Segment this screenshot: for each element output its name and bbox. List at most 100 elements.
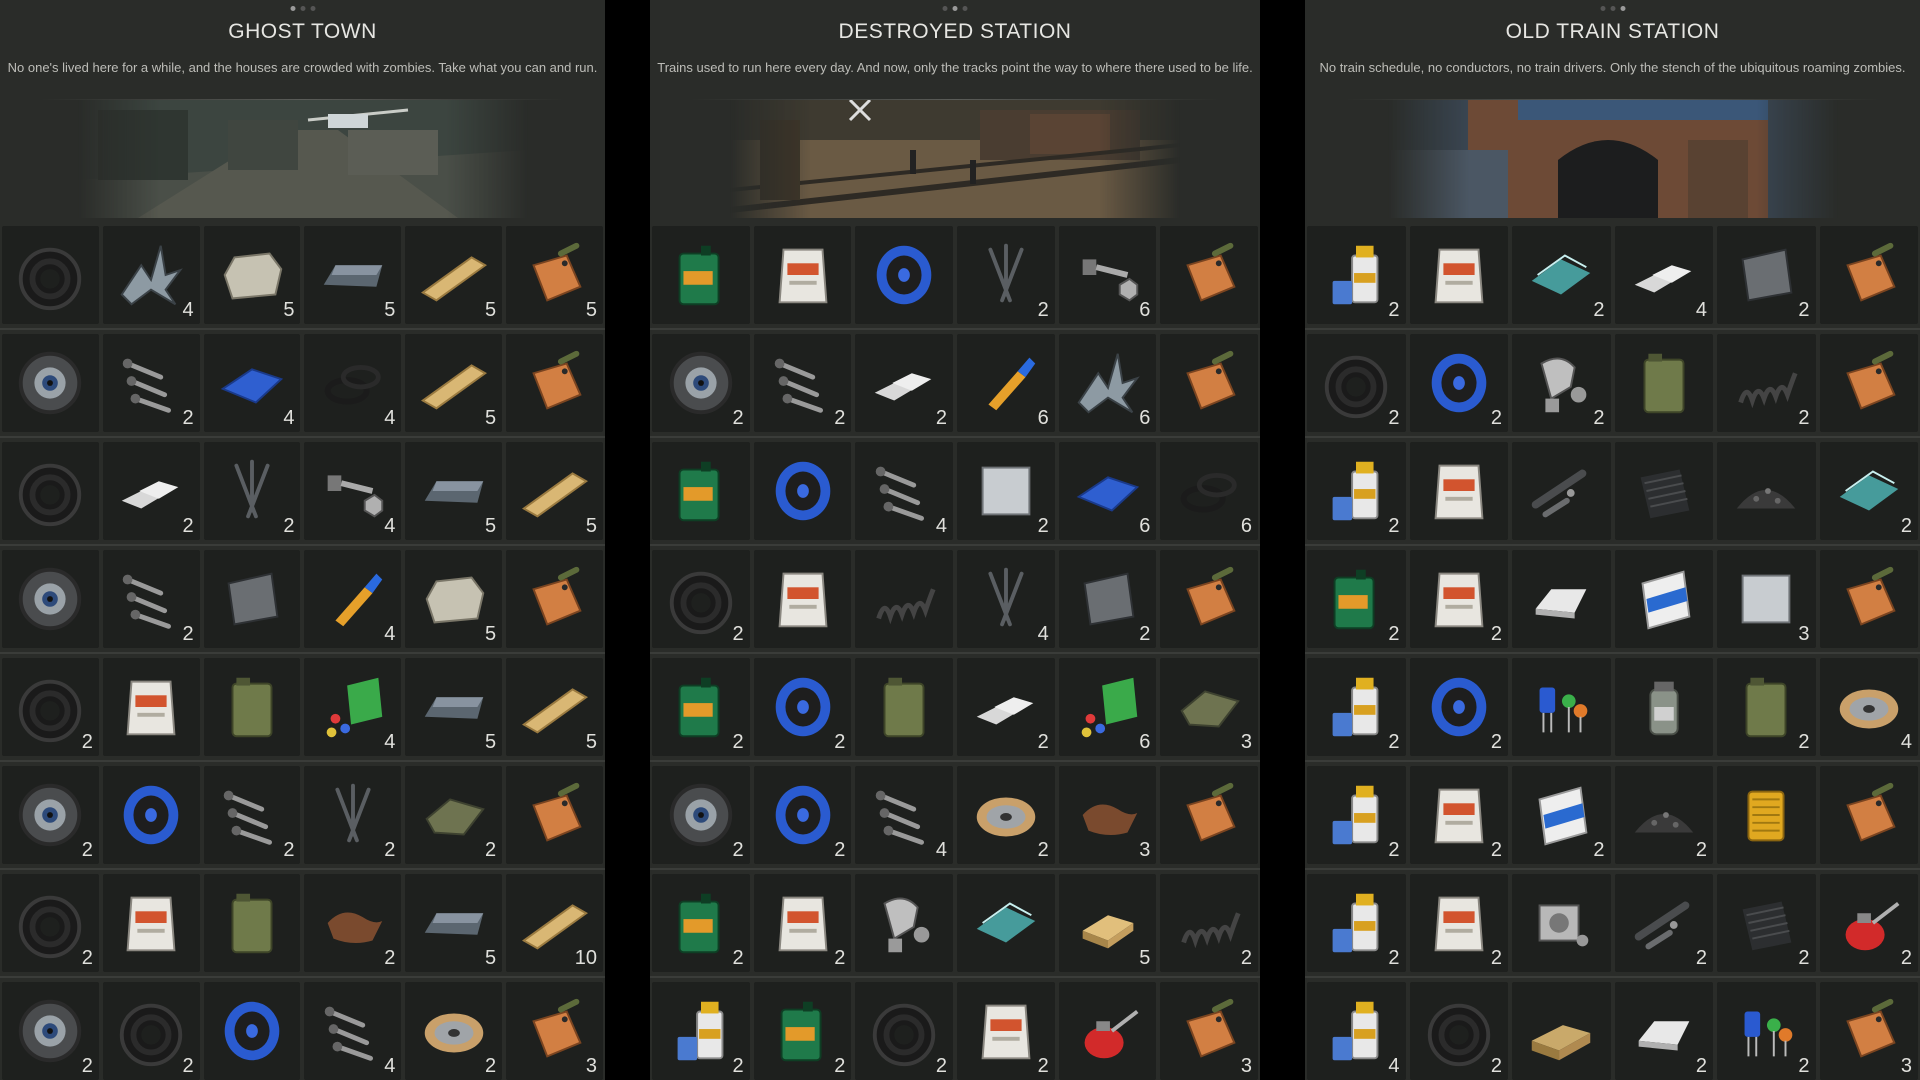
loot-slot[interactable] [1614, 442, 1713, 540]
loot-slot[interactable]: 2 [652, 766, 750, 864]
loot-slot[interactable]: 4 [304, 658, 402, 756]
loot-slot[interactable]: 2 [1717, 658, 1816, 756]
loot-slot[interactable]: 2 [753, 334, 852, 432]
loot-slot[interactable]: 2 [1614, 982, 1713, 1080]
loot-slot[interactable]: 2 [957, 226, 1055, 324]
loot-slot[interactable]: 5 [1058, 874, 1157, 972]
loot-slot[interactable]: 2 [652, 334, 750, 432]
loot-slot[interactable]: 2 [855, 982, 954, 1080]
loot-slot[interactable] [1819, 226, 1918, 324]
loot-slot[interactable]: 2 [753, 982, 852, 1080]
loot-slot[interactable] [1819, 334, 1918, 432]
loot-slot[interactable]: 5 [405, 874, 503, 972]
loot-slot[interactable] [2, 550, 99, 648]
loot-slot[interactable]: 2 [405, 766, 503, 864]
loot-slot[interactable]: 2 [2, 982, 99, 1080]
loot-slot[interactable]: 2 [1512, 226, 1611, 324]
loot-slot[interactable] [1160, 766, 1259, 864]
loot-slot[interactable]: 3 [506, 982, 603, 1080]
loot-slot[interactable]: 2 [203, 442, 301, 540]
loot-slot[interactable]: 2 [652, 874, 750, 972]
loot-slot[interactable]: 5 [203, 226, 301, 324]
loot-slot[interactable]: 5 [405, 658, 503, 756]
loot-slot[interactable]: 4 [1614, 226, 1713, 324]
loot-slot[interactable]: 5 [405, 226, 503, 324]
loot-slot[interactable]: 2 [957, 442, 1055, 540]
loot-slot[interactable]: 2 [652, 982, 750, 1080]
loot-slot[interactable]: 4 [855, 442, 954, 540]
loot-slot[interactable] [506, 550, 603, 648]
loot-slot[interactable]: 2 [1307, 874, 1406, 972]
loot-slot[interactable] [753, 550, 852, 648]
loot-slot[interactable]: 2 [2, 766, 99, 864]
loot-slot[interactable] [753, 226, 852, 324]
loot-slot[interactable]: 2 [1160, 874, 1259, 972]
loot-slot[interactable] [652, 226, 750, 324]
loot-slot[interactable]: 2 [1512, 766, 1611, 864]
loot-slot[interactable]: 3 [1160, 982, 1259, 1080]
loot-slot[interactable] [2, 334, 99, 432]
loot-slot[interactable]: 2 [102, 550, 200, 648]
loot-slot[interactable]: 2 [102, 334, 200, 432]
loot-slot[interactable] [855, 658, 954, 756]
loot-slot[interactable]: 4 [304, 550, 402, 648]
loot-slot[interactable]: 2 [1058, 550, 1157, 648]
loot-slot[interactable] [102, 874, 200, 972]
loot-slot[interactable]: 2 [652, 550, 750, 648]
loot-slot[interactable]: 2 [1819, 874, 1918, 972]
loot-slot[interactable]: 4 [957, 550, 1055, 648]
loot-slot[interactable]: 2 [203, 766, 301, 864]
loot-slot[interactable]: 2 [1717, 982, 1816, 1080]
loot-slot[interactable] [1512, 982, 1611, 1080]
loot-slot[interactable]: 2 [405, 982, 503, 1080]
loot-slot[interactable] [957, 874, 1055, 972]
loot-slot[interactable] [2, 226, 99, 324]
loot-slot[interactable] [102, 658, 200, 756]
loot-slot[interactable]: 5 [506, 658, 603, 756]
loot-slot[interactable]: 3 [1819, 982, 1918, 1080]
loot-slot[interactable]: 2 [1717, 874, 1816, 972]
loot-slot[interactable]: 2 [1409, 334, 1508, 432]
loot-slot[interactable]: 2 [102, 442, 200, 540]
loot-slot[interactable] [1819, 550, 1918, 648]
loot-slot[interactable] [1614, 658, 1713, 756]
loot-slot[interactable]: 2 [1409, 766, 1508, 864]
loot-slot[interactable]: 2 [1409, 550, 1508, 648]
loot-slot[interactable] [1512, 550, 1611, 648]
loot-slot[interactable] [1717, 442, 1816, 540]
loot-slot[interactable]: 6 [1058, 334, 1157, 432]
loot-slot[interactable] [203, 874, 301, 972]
loot-slot[interactable]: 2 [1717, 226, 1816, 324]
loot-slot[interactable]: 6 [1058, 226, 1157, 324]
loot-slot[interactable]: 5 [405, 334, 503, 432]
loot-slot[interactable]: 6 [1058, 658, 1157, 756]
loot-slot[interactable]: 2 [753, 766, 852, 864]
loot-slot[interactable] [1614, 550, 1713, 648]
loot-slot[interactable]: 2 [1717, 334, 1816, 432]
loot-slot[interactable]: 2 [652, 658, 750, 756]
loot-slot[interactable] [1512, 442, 1611, 540]
loot-slot[interactable]: 2 [1409, 658, 1508, 756]
loot-slot[interactable] [1819, 766, 1918, 864]
loot-slot[interactable]: 4 [1819, 658, 1918, 756]
loot-slot[interactable]: 3 [1717, 550, 1816, 648]
loot-slot[interactable]: 5 [405, 550, 503, 648]
loot-slot[interactable] [2, 442, 99, 540]
loot-slot[interactable]: 2 [1307, 550, 1406, 648]
loot-slot[interactable] [102, 766, 200, 864]
loot-slot[interactable] [753, 442, 852, 540]
loot-slot[interactable]: 6 [1160, 442, 1259, 540]
loot-slot[interactable]: 2 [2, 874, 99, 972]
loot-slot[interactable] [1160, 226, 1259, 324]
loot-slot[interactable] [1058, 982, 1157, 1080]
loot-slot[interactable]: 5 [506, 442, 603, 540]
loot-slot[interactable]: 2 [753, 874, 852, 972]
loot-slot[interactable]: 2 [304, 766, 402, 864]
loot-slot[interactable]: 2 [102, 982, 200, 1080]
loot-slot[interactable]: 4 [304, 982, 402, 1080]
loot-slot[interactable]: 2 [1307, 658, 1406, 756]
loot-slot[interactable] [1160, 334, 1259, 432]
loot-slot[interactable] [855, 874, 954, 972]
loot-slot[interactable]: 2 [1512, 334, 1611, 432]
loot-slot[interactable] [855, 550, 954, 648]
